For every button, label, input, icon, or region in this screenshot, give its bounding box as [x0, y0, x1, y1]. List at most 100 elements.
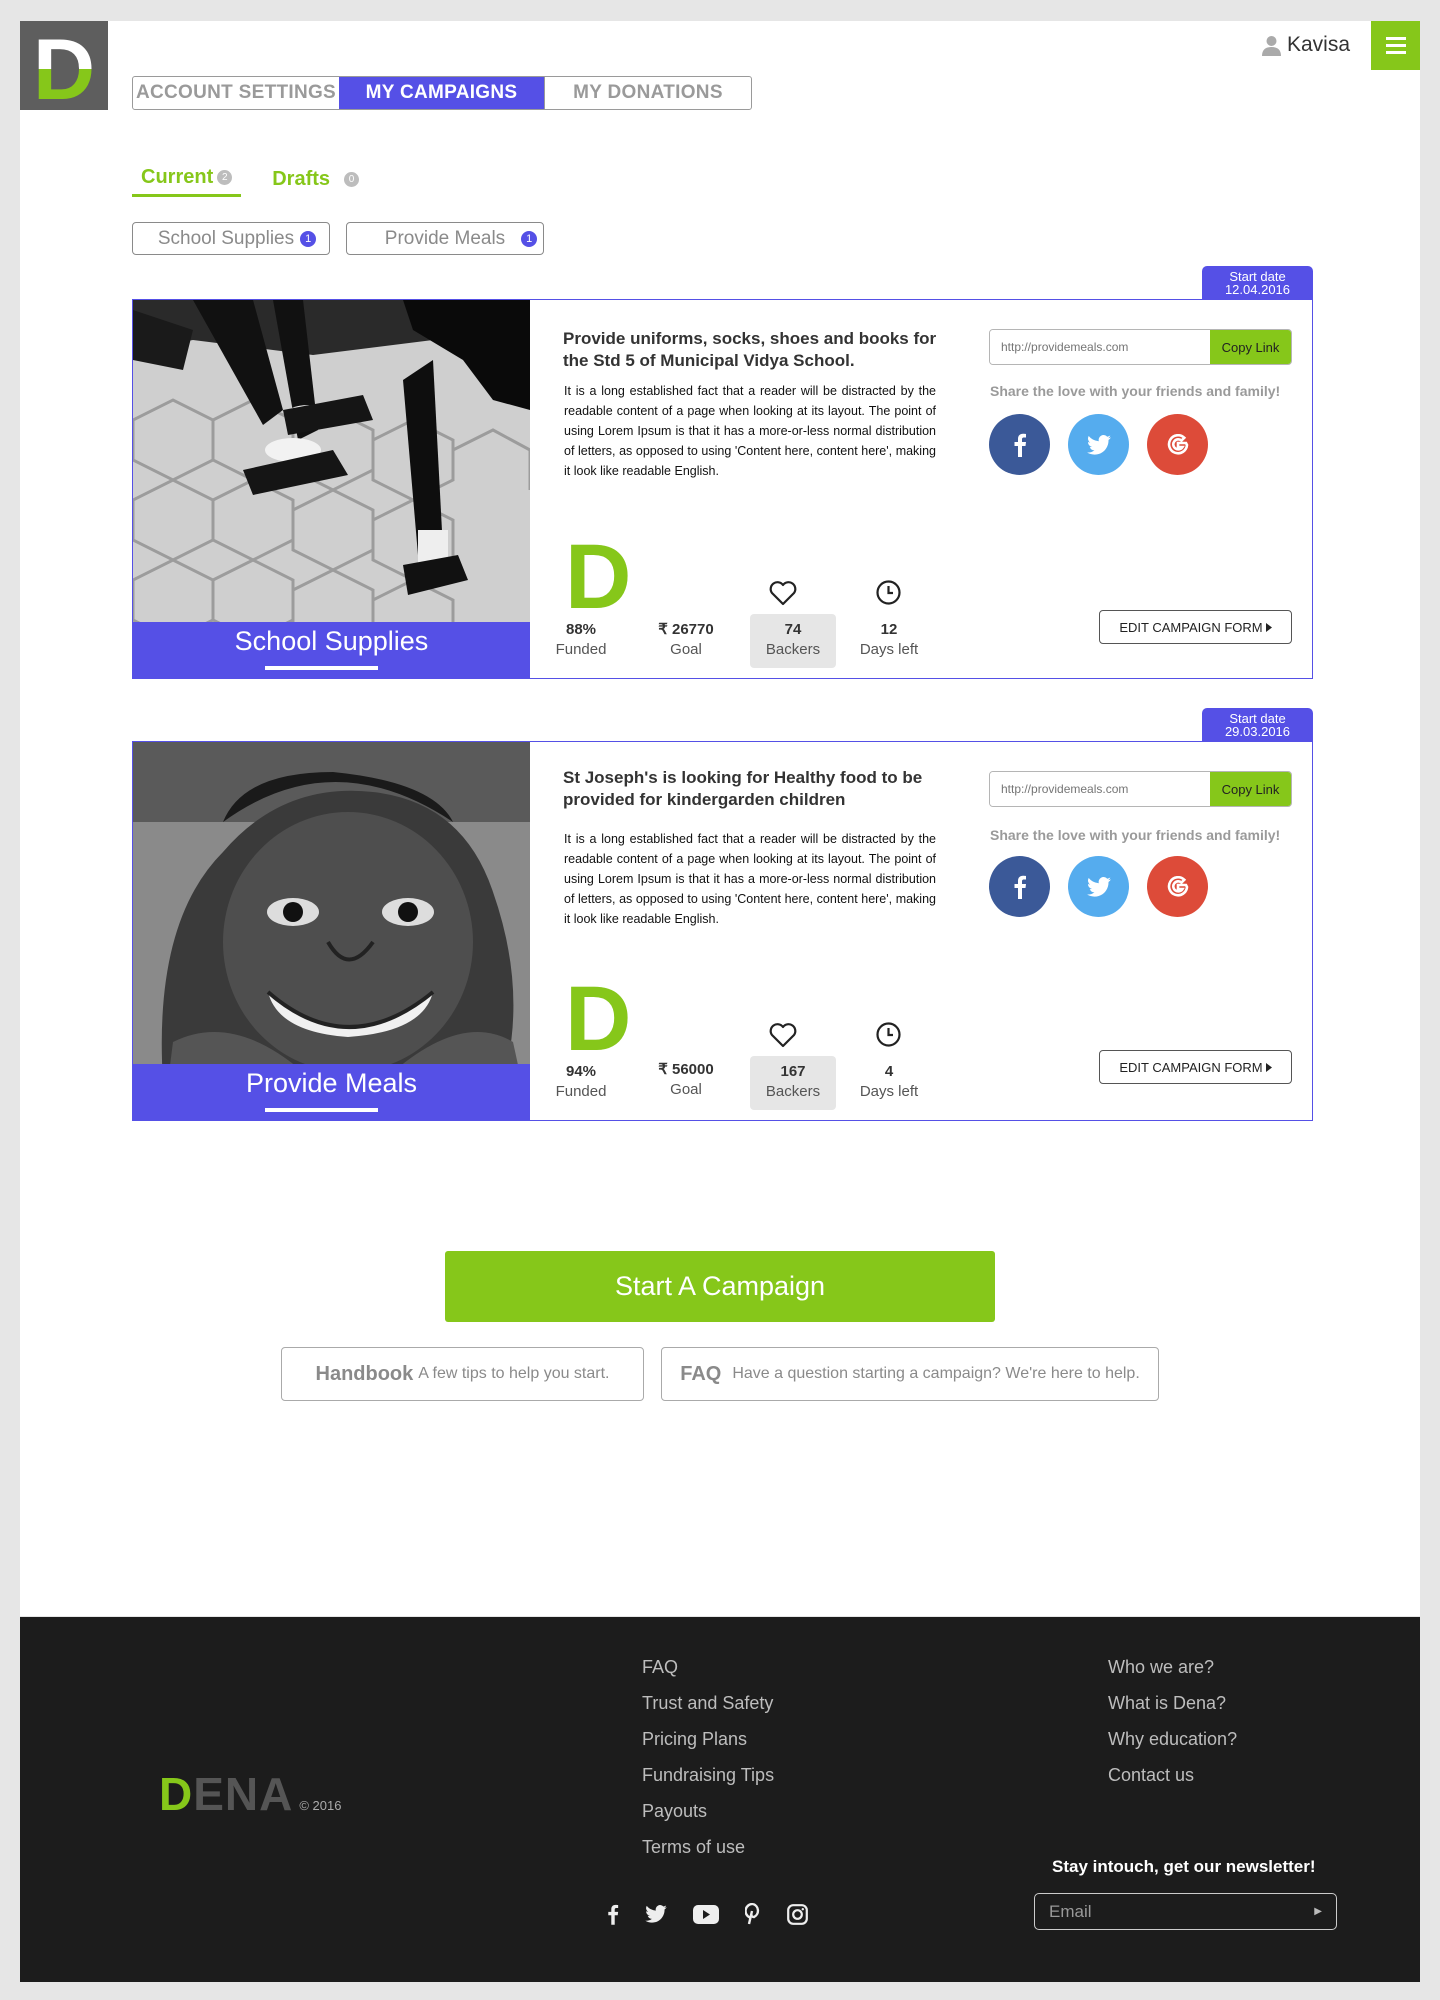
share-link-box: Copy Link [989, 329, 1292, 365]
instagram-icon[interactable] [787, 1903, 808, 1925]
share-link-box: Copy Link [989, 771, 1292, 807]
footer-link-what-is-dena[interactable]: What is Dena? [1108, 1693, 1237, 1729]
footer-brand-rest: ENA [193, 1768, 294, 1820]
footer-link-trust-safety[interactable]: Trust and Safety [642, 1693, 774, 1729]
campaign-title[interactable]: St Joseph's is looking for Healthy food … [563, 767, 943, 811]
facebook-icon [1014, 875, 1026, 899]
subtab-drafts[interactable]: Drafts 0 [263, 161, 368, 197]
footer-link-pricing[interactable]: Pricing Plans [642, 1729, 774, 1765]
footer-link-faq[interactable]: FAQ [642, 1657, 774, 1693]
footer-brand-d: D [159, 1768, 194, 1820]
newsletter-title: Stay intouch, get our newsletter! [1052, 1857, 1316, 1876]
share-text: Share the love with your friends and fam… [990, 827, 1281, 843]
svg-text:D: D [565, 977, 631, 1052]
subtab-current[interactable]: Current 2 [132, 161, 242, 197]
copy-link-button[interactable]: Copy Link [1210, 330, 1291, 364]
start-date-tag: Start date 29.03.2016 [1202, 708, 1313, 742]
footer-copyright: © 2016 [299, 1798, 342, 1813]
faq-link[interactable]: FAQ Have a question starting a campaign?… [661, 1347, 1159, 1401]
caret-right-icon [1265, 622, 1272, 632]
campaign-image-title: Provide Meals [245, 1068, 418, 1098]
start-campaign-button[interactable]: Start A Campaign [445, 1251, 995, 1322]
svg-text:D: D [565, 535, 631, 610]
newsletter-email-input[interactable] [1049, 1901, 1289, 1922]
campaign-image[interactable]: School Supplies [133, 300, 530, 678]
stat-days-left: 12 Days left [851, 620, 927, 660]
clock-icon [876, 1022, 901, 1047]
campaign-title[interactable]: Provide uniforms, socks, shoes and books… [563, 328, 943, 372]
user-menu[interactable]: Kavisa [1261, 33, 1350, 57]
dena-logo[interactable]: D D [20, 21, 108, 110]
user-name: Kavisa [1286, 33, 1350, 56]
stat-funded-label: Funded [555, 641, 607, 658]
google-share-button[interactable] [1147, 414, 1208, 475]
twitter-share-button[interactable] [1068, 856, 1129, 917]
stat-backers: 167 Backers [750, 1056, 836, 1110]
faq-title: FAQ [680, 1362, 722, 1385]
stat-days-label: Days left [859, 641, 919, 658]
subtab-drafts-label: Drafts [272, 167, 331, 190]
handbook-text: A few tips to help you start. [418, 1365, 610, 1382]
twitter-icon[interactable] [645, 1905, 667, 1923]
footer-brand: DENA [159, 1767, 293, 1821]
pinterest-icon[interactable] [745, 1903, 761, 1925]
main-tabs: ACCOUNT SETTINGS MY CAMPAIGNS MY DONATIO… [132, 76, 752, 110]
edit-campaign-button[interactable]: EDIT CAMPAIGN FORM [1099, 610, 1292, 644]
footer-link-fundraising-tips[interactable]: Fundraising Tips [642, 1765, 774, 1801]
youtube-icon[interactable] [693, 1904, 719, 1924]
campaign-filters: School Supplies 1 Provide Meals 1 [132, 222, 544, 255]
stat-funded-value: 88% [565, 621, 597, 638]
footer-link-payouts[interactable]: Payouts [642, 1801, 774, 1837]
heart-icon [769, 581, 797, 606]
stat-backers-value: 167 [780, 1063, 806, 1080]
start-date-tag: Start date 12.04.2016 [1202, 266, 1313, 300]
facebook-icon [1014, 433, 1026, 457]
stat-goal-value: ₹ 56000 [658, 1061, 714, 1078]
tab-my-campaigns[interactable]: MY CAMPAIGNS [339, 77, 544, 109]
footer-link-terms[interactable]: Terms of use [642, 1837, 774, 1873]
page: D D Kavisa ACCOUNT SETTINGS MY CAMPAIGNS… [20, 21, 1420, 1616]
google-share-button[interactable] [1147, 856, 1208, 917]
footer-link-contact[interactable]: Contact us [1108, 1765, 1237, 1801]
campaign-card: Start date 29.03.2016 Provide Meals St J… [132, 708, 1313, 1121]
campaign-image[interactable]: Provide Meals [133, 742, 530, 1120]
edit-campaign-label: EDIT CAMPAIGN FORM [1119, 1059, 1263, 1075]
progress-d-icon: D D [565, 968, 635, 1070]
sub-tabs: Current 2 Drafts 0 [132, 161, 368, 197]
subtab-drafts-count: 0 [344, 171, 360, 187]
share-link-input[interactable] [990, 330, 1210, 364]
share-text: Share the love with your friends and fam… [990, 383, 1281, 399]
edit-campaign-button[interactable]: EDIT CAMPAIGN FORM [1099, 1050, 1292, 1084]
filter-school-supplies[interactable]: School Supplies 1 [132, 222, 330, 255]
facebook-share-button[interactable] [989, 856, 1050, 917]
handbook-link[interactable]: Handbook A few tips to help you start. [281, 1347, 644, 1401]
hamburger-menu-icon[interactable] [1371, 21, 1420, 70]
user-icon [1261, 35, 1281, 56]
submit-arrow-icon[interactable]: ▶ [1314, 1906, 1322, 1917]
filter-provide-meals[interactable]: Provide Meals 1 [346, 222, 544, 255]
tab-account-settings[interactable]: ACCOUNT SETTINGS [133, 77, 339, 109]
facebook-icon[interactable] [607, 1903, 619, 1925]
progress-d-icon: D D [565, 526, 635, 628]
stat-goal: ₹ 56000 Goal [651, 1060, 721, 1100]
handbook-title: Handbook [315, 1362, 414, 1385]
share-link-input[interactable] [990, 772, 1210, 806]
tab-my-donations[interactable]: MY DONATIONS [544, 77, 751, 109]
twitter-share-button[interactable] [1068, 414, 1129, 475]
filter-count-badge: 1 [521, 230, 538, 247]
filter-label: Provide Meals [384, 227, 506, 249]
caret-right-icon [1265, 1062, 1272, 1072]
footer-link-why-education[interactable]: Why education? [1108, 1729, 1237, 1765]
stat-days-left: 4 Days left [851, 1062, 927, 1102]
footer-link-who-we-are[interactable]: Who we are? [1108, 1657, 1237, 1693]
filter-label: School Supplies [157, 227, 295, 249]
footer-logo[interactable]: DENA © 2016 [159, 1767, 341, 1821]
stat-goal-value: ₹ 26770 [658, 621, 714, 638]
twitter-icon [1086, 876, 1111, 897]
footer: DENA © 2016 FAQ Trust and Safety Pricing… [20, 1617, 1420, 1982]
copy-link-button[interactable]: Copy Link [1210, 772, 1291, 806]
facebook-share-button[interactable] [989, 414, 1050, 475]
campaign-description: It is a long established fact that a rea… [564, 832, 936, 926]
stat-backers-value: 74 [784, 621, 802, 638]
stat-backers-label: Backers [765, 641, 821, 658]
